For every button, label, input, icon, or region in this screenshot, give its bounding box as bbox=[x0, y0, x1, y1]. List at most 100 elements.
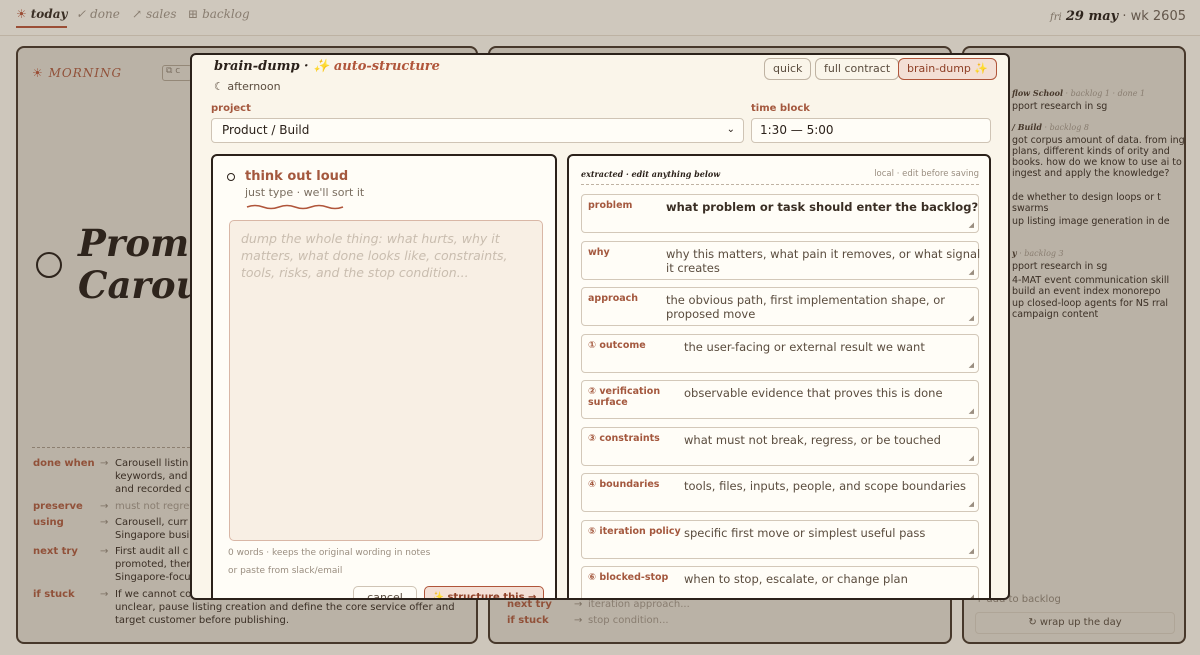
resize-grip-icon[interactable]: ◢ bbox=[969, 500, 974, 508]
row-value: target customer before publishing. bbox=[115, 615, 289, 626]
chevron-down-icon: ⌄ bbox=[726, 124, 735, 135]
backlog-item[interactable]: 4-MAT event communication skill build an… bbox=[1012, 275, 1192, 297]
brain-dump-textarea[interactable]: dump the whole thing: what hurts, why it… bbox=[229, 220, 543, 541]
arrow-icon: → bbox=[100, 458, 109, 469]
field-blocked-stop[interactable]: ⑥ blocked-stop when to stop, escalate, o… bbox=[581, 566, 979, 598]
tab-backlog[interactable]: ⊞ backlog bbox=[188, 7, 250, 21]
field-placeholder: what problem or task should enter the ba… bbox=[666, 200, 979, 214]
resize-grip-icon[interactable]: ◢ bbox=[969, 593, 974, 598]
time-block-input[interactable]: 1:30 — 5:00 bbox=[751, 118, 991, 143]
arrow-icon: → bbox=[100, 546, 109, 557]
think-subtitle: just type · we'll sort it bbox=[245, 186, 365, 199]
backlog-item[interactable]: up listing image generation in de bbox=[1012, 216, 1192, 227]
project-value: Product / Build bbox=[222, 123, 310, 137]
think-out-loud-card: think out loud just type · we'll sort it… bbox=[211, 154, 557, 598]
field-placeholder: tools, files, inputs, people, and scope … bbox=[684, 479, 966, 493]
resize-grip-icon[interactable]: ◢ bbox=[969, 407, 974, 415]
section-title: flow School bbox=[1012, 88, 1063, 98]
time-of-day: afternoon bbox=[227, 80, 281, 93]
copy-button[interactable]: ⧉ c bbox=[162, 65, 192, 81]
time-block-label: time block bbox=[751, 103, 810, 114]
date-display: fri 29 may · wk 2605 bbox=[1050, 9, 1186, 24]
section-label: MORNING bbox=[48, 66, 123, 80]
resize-grip-icon[interactable]: ◢ bbox=[969, 314, 974, 322]
field-label: problem bbox=[588, 200, 633, 211]
modal-title-accent: auto-structure bbox=[333, 59, 440, 74]
row-key: preserve bbox=[33, 501, 83, 512]
field-boundaries[interactable]: ④ boundaries tools, files, inputs, peopl… bbox=[581, 473, 979, 512]
field-why[interactable]: why why this matters, what pain it remov… bbox=[581, 241, 980, 280]
row-key: if stuck bbox=[507, 615, 549, 626]
top-nav: ☀ today ✓ done ↗ sales ⊞ backlog fri 29 … bbox=[0, 0, 1200, 36]
field-placeholder: what must not break, regress, or be touc… bbox=[684, 433, 941, 447]
check-icon: ✓ bbox=[76, 7, 87, 21]
row-key: next try bbox=[507, 599, 552, 610]
field-outcome[interactable]: ① outcome the user-facing or external re… bbox=[581, 334, 979, 373]
tab-done[interactable]: ✓ done bbox=[76, 7, 120, 21]
wrap-up-button[interactable]: ↻ wrap up the day bbox=[975, 612, 1175, 634]
field-label: ⑥ blocked-stop bbox=[588, 572, 669, 583]
date-day: fri bbox=[1050, 12, 1062, 23]
field-label: ⑤ iteration policy bbox=[588, 526, 681, 537]
moon-icon: ☾ bbox=[214, 80, 224, 93]
field-iteration-policy[interactable]: ⑤ iteration policy specific first move o… bbox=[581, 520, 979, 559]
field-label: ④ boundaries bbox=[588, 479, 660, 490]
brain-dump-modal: brain-dump · ✨ auto-structure ☾ afternoo… bbox=[190, 53, 1010, 600]
field-placeholder: specific first move or simplest useful p… bbox=[684, 526, 926, 540]
row-key: using bbox=[33, 517, 64, 528]
word-count: 0 words · keeps the original wording in … bbox=[228, 548, 431, 558]
field-approach[interactable]: approach the obvious path, first impleme… bbox=[581, 287, 979, 326]
sun-icon: ☀ bbox=[32, 66, 44, 80]
structure-this-button[interactable]: ✨ structure this → bbox=[424, 586, 544, 598]
field-problem[interactable]: problem what problem or task should ente… bbox=[581, 194, 979, 233]
tab-label: today bbox=[30, 7, 68, 21]
paste-hint: or paste from slack/email bbox=[228, 566, 343, 576]
row-value[interactable]: iteration approach... bbox=[588, 599, 788, 610]
field-verification-surface[interactable]: ② verification surface observable eviden… bbox=[581, 380, 979, 419]
section-meta: · backlog 3 bbox=[1019, 249, 1064, 258]
arrow-icon: → bbox=[100, 517, 109, 528]
sparkle-icon: ✨ bbox=[313, 59, 330, 74]
task-checkbox[interactable] bbox=[36, 252, 62, 278]
backlog-item[interactable]: pport research in sg bbox=[1012, 101, 1192, 112]
cancel-button[interactable]: cancel bbox=[353, 586, 417, 598]
tab-sales[interactable]: ↗ sales bbox=[132, 7, 176, 21]
think-title: think out loud bbox=[245, 169, 349, 184]
modal-title-text: brain-dump · bbox=[214, 59, 309, 74]
section-title: / Build bbox=[1012, 122, 1042, 132]
tab-label: sales bbox=[146, 7, 177, 21]
resize-grip-icon[interactable]: ◢ bbox=[969, 361, 974, 369]
section-title: y bbox=[1012, 248, 1017, 258]
row-key: if stuck bbox=[33, 589, 75, 600]
backlog-item[interactable]: pport research in sg bbox=[1012, 261, 1192, 272]
mode-quick-button[interactable]: quick bbox=[764, 58, 812, 80]
backlog-section-header: y · backlog 3 bbox=[1012, 248, 1064, 258]
resize-grip-icon[interactable]: ◢ bbox=[969, 547, 974, 555]
row-key: done when bbox=[33, 458, 95, 469]
backlog-item[interactable]: got corpus amount of data. from ing plan… bbox=[1012, 135, 1192, 179]
arrow-icon: → bbox=[574, 615, 583, 626]
mode-full-contract-button[interactable]: full contract bbox=[815, 58, 900, 80]
tab-today[interactable]: ☀ today bbox=[16, 7, 68, 28]
section-meta: · backlog 1 · done 1 bbox=[1065, 89, 1146, 98]
date-week: · wk 2605 bbox=[1122, 9, 1186, 24]
grid-icon: ⊞ bbox=[188, 7, 199, 21]
backlog-item[interactable]: up closed-loop agents for NS rral campai… bbox=[1012, 298, 1192, 320]
row-value[interactable]: stop condition... bbox=[588, 615, 788, 626]
backlog-item[interactable]: de whether to design loops or t swarms bbox=[1012, 192, 1192, 214]
project-select[interactable]: Product / Build ⌄ bbox=[211, 118, 744, 143]
field-label: why bbox=[588, 247, 610, 258]
resize-grip-icon[interactable]: ◢ bbox=[969, 454, 974, 462]
extracted-note: local · edit before saving bbox=[874, 169, 979, 179]
field-placeholder: the obvious path, first implementation s… bbox=[666, 293, 945, 321]
field-label: ② verification surface bbox=[588, 386, 661, 408]
field-constraints[interactable]: ③ constraints what must not break, regre… bbox=[581, 427, 979, 466]
field-label: ③ constraints bbox=[588, 433, 660, 444]
field-label: approach bbox=[588, 293, 639, 304]
squiggle-underline bbox=[246, 204, 344, 210]
resize-grip-icon[interactable]: ◢ bbox=[969, 221, 974, 229]
field-label: ① outcome bbox=[588, 340, 646, 351]
mode-brain-dump-button[interactable]: brain-dump ✨ bbox=[898, 58, 998, 80]
extracted-heading: extracted · edit anything below bbox=[581, 169, 721, 179]
resize-grip-icon[interactable]: ◢ bbox=[969, 268, 974, 276]
